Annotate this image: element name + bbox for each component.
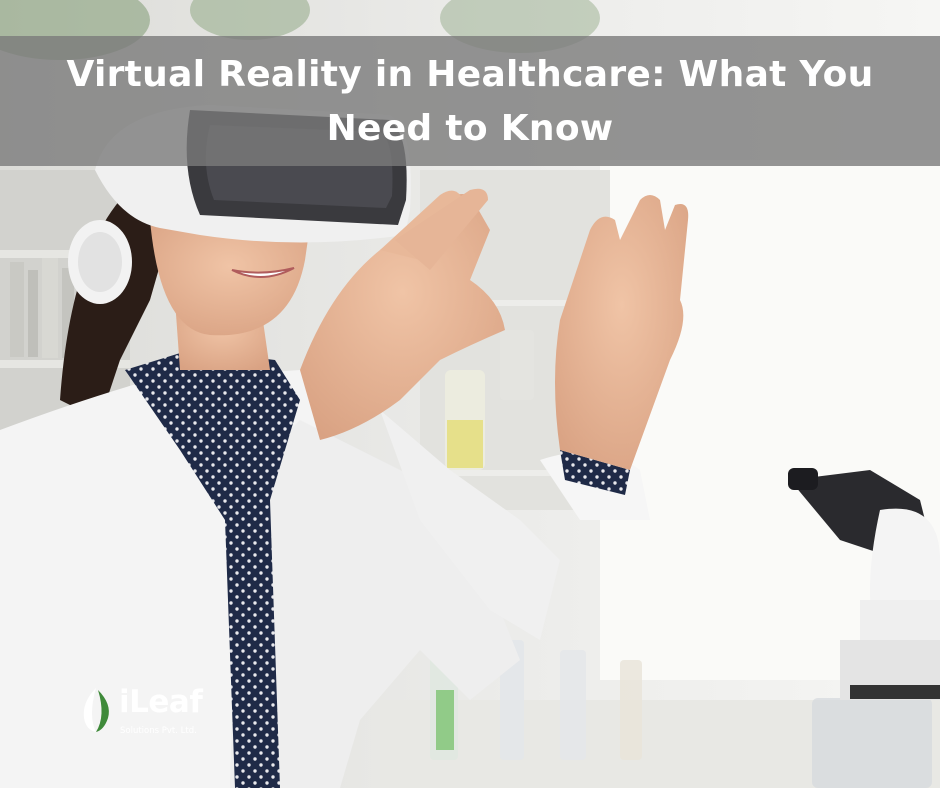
company-logo: iLeaf Solutions Pvt. Ltd.: [78, 684, 218, 738]
leaf-icon: [83, 688, 109, 732]
beaker: [812, 698, 932, 788]
bottle-liquid: [447, 420, 483, 468]
page-title-line-2: Need to Know: [326, 108, 614, 149]
page-title-line-1: Virtual Reality in Healthcare: What You: [66, 54, 874, 95]
jar: [500, 330, 534, 400]
book: [42, 258, 58, 358]
glassware-green: [436, 690, 454, 750]
logo-subtitle: Solutions Pvt. Ltd.: [120, 726, 197, 736]
glassware: [620, 660, 642, 760]
book: [28, 270, 38, 357]
logo-name: iLeaf: [119, 684, 203, 720]
glassware: [560, 650, 586, 760]
book: [10, 262, 24, 357]
